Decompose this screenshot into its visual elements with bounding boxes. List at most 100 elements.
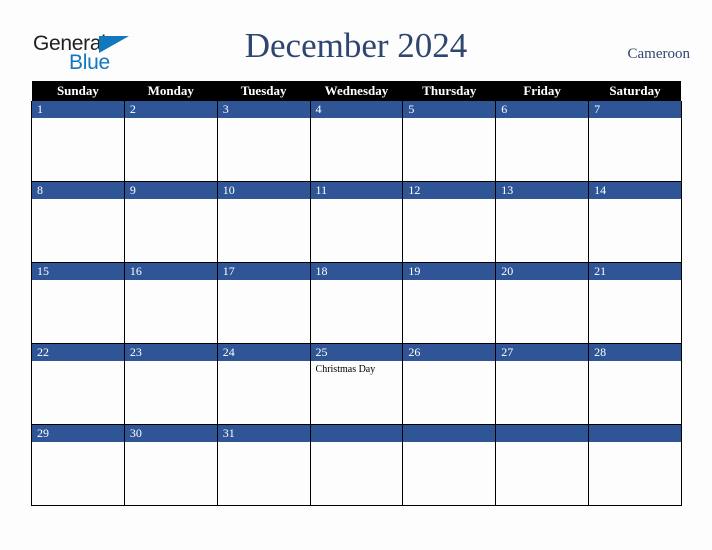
day-number: 11 bbox=[310, 182, 403, 199]
day-cell-inner: 9 bbox=[124, 182, 217, 262]
general-blue-logo[interactable]: General Blue bbox=[33, 33, 153, 75]
day-number bbox=[496, 425, 589, 442]
day-number: 16 bbox=[124, 263, 217, 280]
day-number: 7 bbox=[589, 101, 681, 118]
day-number: 6 bbox=[496, 101, 589, 118]
calendar-day-cell[interactable]: 21 bbox=[588, 262, 682, 344]
day-number: 24 bbox=[217, 344, 310, 361]
day-cell-inner: 28 bbox=[589, 344, 681, 424]
day-number: 30 bbox=[124, 425, 217, 442]
calendar-day-cell[interactable]: 11 bbox=[309, 181, 404, 263]
calendar-day-cell[interactable]: 23 bbox=[123, 343, 218, 425]
day-number: 5 bbox=[403, 101, 496, 118]
calendar-day-cell[interactable]: 12 bbox=[402, 181, 497, 263]
calendar-day-cell[interactable]: 25 Christmas Day bbox=[309, 343, 404, 425]
calendar-empty-cell bbox=[402, 424, 497, 506]
calendar-day-cell[interactable]: 13 bbox=[495, 181, 590, 263]
day-number bbox=[589, 425, 681, 442]
calendar-day-cell[interactable]: 27 bbox=[495, 343, 590, 425]
day-number: 18 bbox=[310, 263, 403, 280]
weekday-header-monday: Monday bbox=[124, 81, 218, 101]
day-number: 12 bbox=[403, 182, 496, 199]
calendar-day-cell[interactable]: 28 bbox=[588, 343, 682, 425]
day-cell-inner: 16 bbox=[124, 263, 217, 343]
calendar-grid: Sunday Monday Tuesday Wednesday Thursday Frid… bbox=[31, 81, 682, 506]
day-events: Christmas Day bbox=[311, 361, 403, 376]
day-number: 17 bbox=[217, 263, 310, 280]
calendar-day-cell[interactable]: 3 bbox=[216, 101, 311, 182]
weekday-header-tuesday: Tuesday bbox=[217, 81, 311, 101]
day-cell-inner: 8 bbox=[32, 182, 124, 262]
calendar-body: 1 2 3 4 5 6 7 8 9 10 11 12 13 14 15 16 17 18 19 20 21 22 23 24 2… bbox=[31, 101, 682, 506]
day-number: 28 bbox=[589, 344, 681, 361]
calendar-day-cell[interactable]: 1 bbox=[31, 101, 125, 182]
calendar-day-cell[interactable]: 2 bbox=[123, 101, 218, 182]
day-cell-inner bbox=[403, 425, 496, 505]
day-cell-inner: 2 bbox=[124, 101, 217, 181]
day-number: 14 bbox=[589, 182, 681, 199]
day-number: 26 bbox=[403, 344, 496, 361]
page-title: December 2024 bbox=[244, 26, 468, 65]
calendar-day-cell[interactable]: 8 bbox=[31, 181, 125, 263]
day-cell-inner: 27 bbox=[496, 344, 589, 424]
day-cell-inner: 11 bbox=[310, 182, 403, 262]
calendar-day-cell[interactable]: 30 bbox=[123, 424, 218, 506]
day-number: 20 bbox=[496, 263, 589, 280]
day-cell-inner: 22 bbox=[32, 344, 124, 424]
day-number bbox=[310, 425, 403, 442]
calendar-day-cell[interactable]: 24 bbox=[216, 343, 311, 425]
day-cell-inner: 19 bbox=[403, 263, 496, 343]
calendar-empty-cell bbox=[309, 424, 404, 506]
calendar-day-cell[interactable]: 19 bbox=[402, 262, 497, 344]
calendar-day-cell[interactable]: 26 bbox=[402, 343, 497, 425]
calendar-day-cell[interactable]: 22 bbox=[31, 343, 125, 425]
calendar-day-cell[interactable]: 9 bbox=[123, 181, 218, 263]
weekday-header-thursday: Thursday bbox=[402, 81, 496, 101]
calendar-day-cell[interactable]: 6 bbox=[495, 101, 590, 182]
day-cell-inner bbox=[589, 425, 681, 505]
day-number: 19 bbox=[403, 263, 496, 280]
day-number: 15 bbox=[32, 263, 124, 280]
day-cell-inner: 1 bbox=[32, 101, 124, 181]
day-cell-inner: 7 bbox=[589, 101, 681, 181]
calendar-day-cell[interactable]: 4 bbox=[309, 101, 404, 182]
day-cell-inner: 4 bbox=[310, 101, 403, 181]
calendar-day-cell[interactable]: 20 bbox=[495, 262, 590, 344]
day-cell-inner: 26 bbox=[403, 344, 496, 424]
day-number: 10 bbox=[217, 182, 310, 199]
calendar-week-row: 1234567 bbox=[31, 101, 682, 182]
day-number: 25 bbox=[310, 344, 403, 361]
calendar-day-cell[interactable]: 17 bbox=[216, 262, 311, 344]
day-number: 29 bbox=[32, 425, 124, 442]
calendar-day-cell[interactable]: 5 bbox=[402, 101, 497, 182]
day-number: 13 bbox=[496, 182, 589, 199]
day-number: 1 bbox=[32, 101, 124, 118]
calendar-day-cell[interactable]: 14 bbox=[588, 181, 682, 263]
calendar-day-cell[interactable]: 29 bbox=[31, 424, 125, 506]
holiday-label: Christmas Day bbox=[315, 364, 376, 375]
day-cell-inner: 15 bbox=[32, 263, 124, 343]
calendar-day-cell[interactable]: 10 bbox=[216, 181, 311, 263]
day-number: 22 bbox=[32, 344, 124, 361]
weekday-header-wednesday: Wednesday bbox=[310, 81, 403, 101]
day-cell-inner bbox=[496, 425, 589, 505]
calendar-day-cell[interactable]: 31 bbox=[216, 424, 311, 506]
calendar-day-cell[interactable]: 18 bbox=[309, 262, 404, 344]
weekday-header-friday: Friday bbox=[495, 81, 589, 101]
day-cell-inner: 17 bbox=[217, 263, 310, 343]
day-cell-inner: 25 Christmas Day bbox=[310, 344, 403, 424]
day-cell-inner: 10 bbox=[217, 182, 310, 262]
calendar-day-cell[interactable]: 15 bbox=[31, 262, 125, 344]
day-cell-inner: 14 bbox=[589, 182, 681, 262]
page-header: General Blue December 2024 Cameroon bbox=[0, 0, 712, 81]
day-number: 31 bbox=[217, 425, 310, 442]
day-cell-inner: 13 bbox=[496, 182, 589, 262]
calendar-day-cell[interactable]: 7 bbox=[588, 101, 682, 182]
day-cell-inner: 24 bbox=[217, 344, 310, 424]
calendar-day-cell[interactable]: 16 bbox=[123, 262, 218, 344]
day-cell-inner: 21 bbox=[589, 263, 681, 343]
day-cell-inner: 23 bbox=[124, 344, 217, 424]
calendar-week-row: 8 9 10 11 12 13 14 bbox=[31, 181, 682, 263]
day-cell-inner bbox=[310, 425, 403, 505]
day-cell-inner: 18 bbox=[310, 263, 403, 343]
